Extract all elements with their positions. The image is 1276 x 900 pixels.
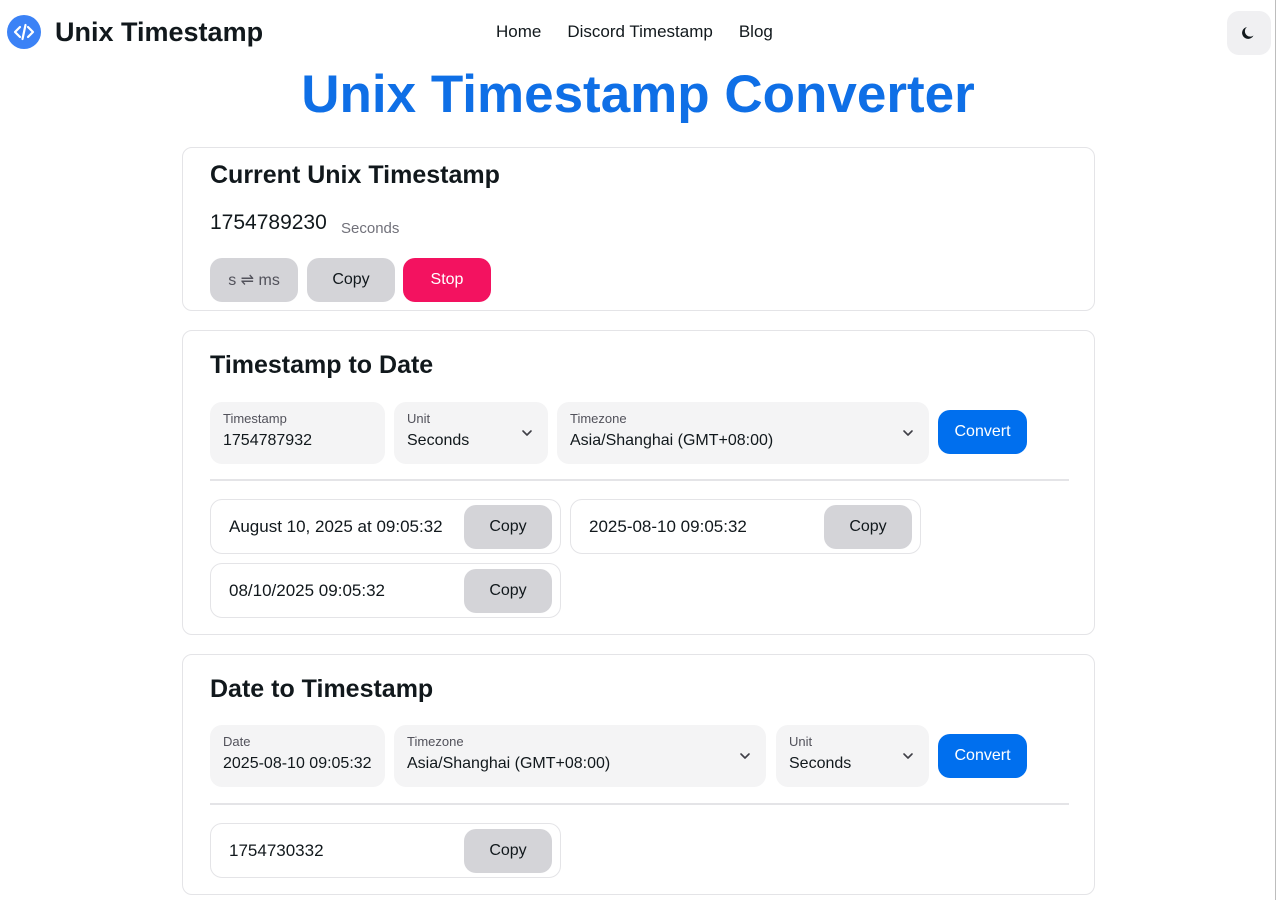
timestamp-to-date-title: Timestamp to Date [210,351,434,379]
current-timestamp-unit: Seconds [341,220,400,237]
timestamp-input[interactable]: Timestamp 1754787932 [210,402,385,464]
date-input[interactable]: Date 2025-08-10 09:05:32 [210,725,385,787]
date-to-timestamp-title: Date to Timestamp [210,675,434,703]
chevron-down-icon [522,430,532,436]
date-input-label: Date [223,734,251,749]
timestamp-input-label: Timestamp [223,411,287,426]
result-text: 2025-08-10 09:05:32 [589,517,747,536]
unit-toggle-button[interactable]: s ⇌ ms [210,258,298,302]
navbar: Unix Timestamp Home Discord Timestamp Bl… [0,0,1276,64]
stop-button[interactable]: Stop [403,258,491,302]
unit-select-value: Seconds [789,755,852,772]
current-timestamp-card: Current Unix Timestamp 1754789230 Second… [182,147,1095,311]
timezone-select[interactable]: Timezone Asia/Shanghai (GMT+08:00) [394,725,766,787]
timestamp-to-date-card: Timestamp to Date Timestamp 1754787932 U… [182,330,1095,635]
brand-name: Unix Timestamp [55,16,264,47]
timezone-select-label: Timezone [570,411,627,426]
date-to-timestamp-card: Date to Timestamp Date 2025-08-10 09:05:… [182,654,1095,895]
code-icon [7,15,41,49]
copy-button[interactable]: Copy [824,505,912,549]
moon-icon [1242,27,1254,39]
copy-button[interactable]: Copy [464,505,552,549]
page-title: Unix Timestamp Converter [301,65,975,124]
timezone-select[interactable]: Timezone Asia/Shanghai (GMT+08:00) [557,402,929,464]
timestamp-input-value[interactable]: 1754787932 [223,432,312,450]
result-item: August 10, 2025 at 09:05:32 Copy [210,499,561,554]
nav-home[interactable]: Home [496,22,541,42]
nav-links: Home Discord Timestamp Blog [496,22,773,42]
chevron-down-icon [903,430,913,436]
nav-discord-timestamp[interactable]: Discord Timestamp [567,22,712,42]
timezone-select-value: Asia/Shanghai (GMT+08:00) [570,432,774,449]
result-text: August 10, 2025 at 09:05:32 [229,517,443,536]
divider [210,479,1069,481]
copy-current-button[interactable]: Copy [307,258,395,302]
convert-button[interactable]: Convert [938,734,1027,778]
unit-select-label: Unit [789,734,813,749]
result-item: 2025-08-10 09:05:32 Copy [570,499,921,554]
chevron-down-icon [903,753,913,759]
chevron-down-icon [740,753,750,759]
result-text: 1754730332 [229,841,324,860]
brand[interactable]: Unix Timestamp [7,15,263,49]
unit-select-value: Seconds [407,432,470,449]
divider [210,803,1069,805]
unit-select[interactable]: Unit Seconds [394,402,548,464]
date-input-value[interactable]: 2025-08-10 09:05:32 [223,755,372,773]
result-item: 08/10/2025 09:05:32 Copy [210,563,561,618]
copy-button[interactable]: Copy [464,829,552,873]
nav-blog[interactable]: Blog [739,22,773,42]
unit-select-label: Unit [407,411,431,426]
result-item: 1754730332 Copy [210,823,561,878]
theme-toggle-button[interactable] [1227,11,1271,55]
current-timestamp-title: Current Unix Timestamp [210,161,500,189]
timezone-select-value: Asia/Shanghai (GMT+08:00) [407,755,611,772]
result-text: 08/10/2025 09:05:32 [229,581,385,600]
copy-button[interactable]: Copy [464,569,552,613]
timezone-select-label: Timezone [407,734,464,749]
unit-select[interactable]: Unit Seconds [776,725,929,787]
current-timestamp-value: 1754789230 [210,211,327,234]
convert-button[interactable]: Convert [938,410,1027,454]
